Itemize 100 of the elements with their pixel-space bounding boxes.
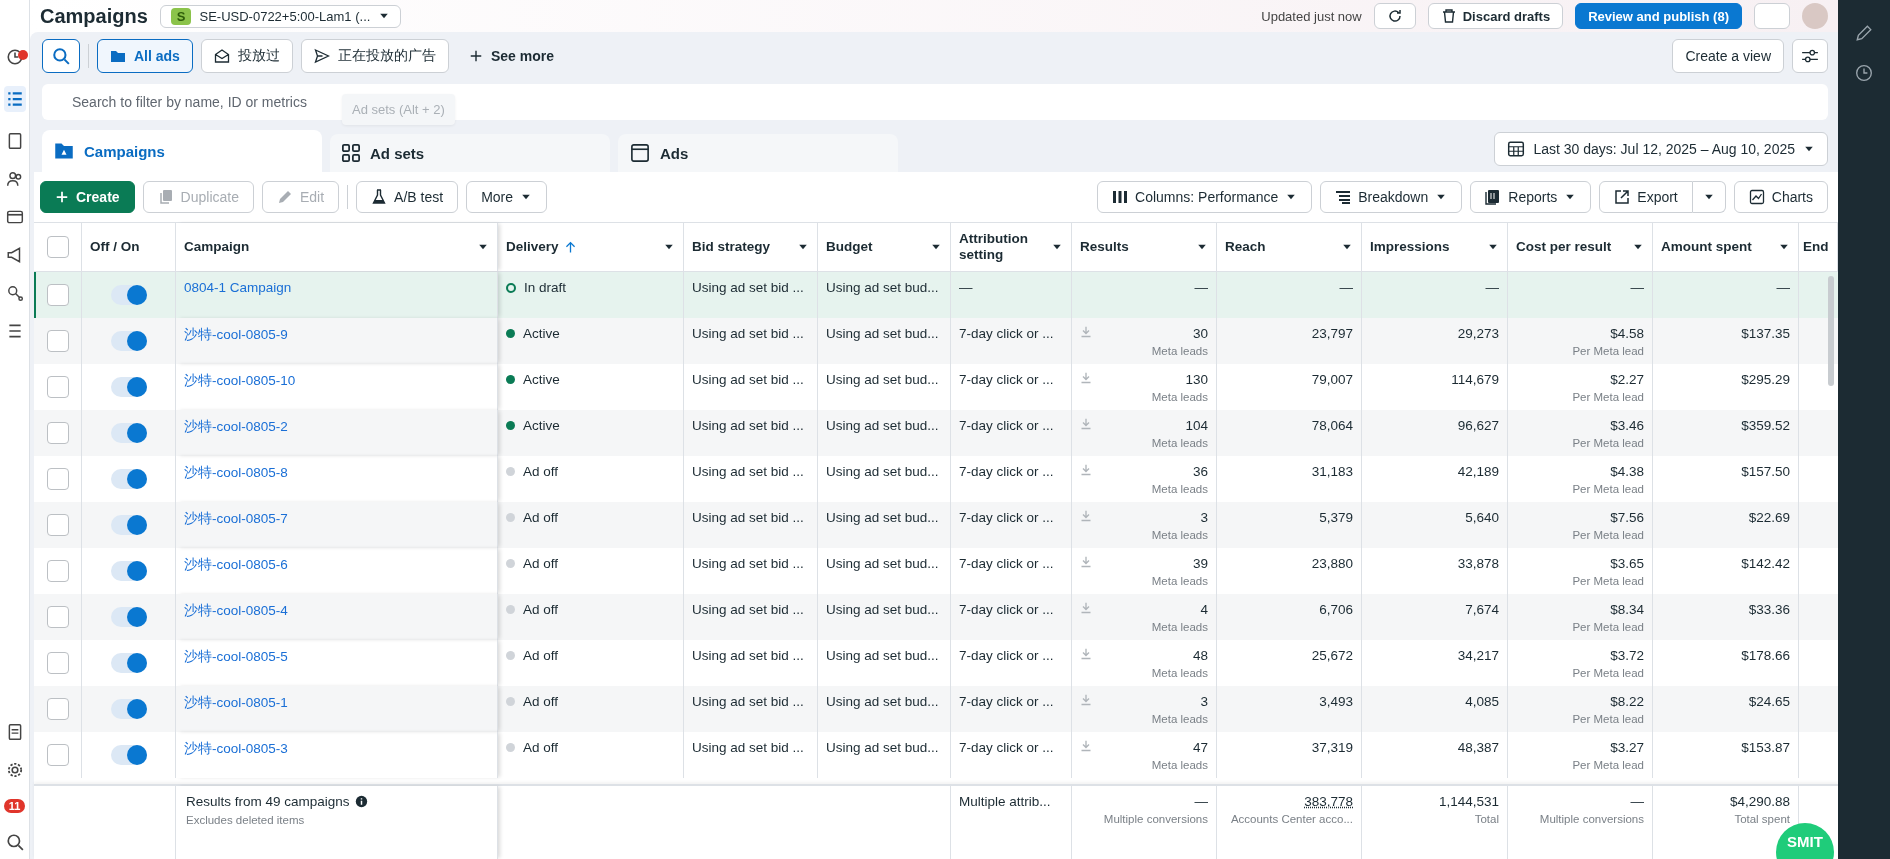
toggle-switch[interactable] bbox=[110, 285, 147, 305]
sort-arrow-icon bbox=[563, 240, 577, 254]
row-checkbox[interactable] bbox=[46, 330, 69, 352]
see-more-button[interactable]: See more bbox=[456, 39, 566, 73]
campaign-link[interactable]: 沙特-cool-0805-3 bbox=[184, 741, 288, 756]
column-header[interactable]: Campaign bbox=[176, 223, 498, 271]
create-view-button[interactable]: Create a view bbox=[1672, 39, 1784, 73]
campaign-link[interactable]: 沙特-cool-0805-5 bbox=[184, 649, 288, 664]
plus-icon bbox=[468, 49, 483, 63]
card-icon bbox=[5, 208, 24, 226]
table-cell: Using ad set bid ... bbox=[692, 602, 804, 617]
more-button[interactable] bbox=[1754, 3, 1790, 29]
row-checkbox[interactable] bbox=[46, 422, 69, 444]
table-cell: $4.58 bbox=[1610, 326, 1644, 341]
select-all-checkbox[interactable] bbox=[46, 236, 69, 258]
table-row[interactable]: 沙特-cool-0805-1 Ad off Using ad set bid ... Using ad set bud... 7-day click or ... 3 Meta leads 3,493 4,085 $8.22 Per Meta lead $24.65 bbox=[34, 686, 1838, 732]
results-summary: Results from 49 campaigns bbox=[186, 794, 350, 809]
column-header[interactable]: Bid strategy bbox=[684, 223, 818, 271]
toggle-switch[interactable] bbox=[110, 561, 147, 581]
column-header[interactable]: Attribution setting bbox=[951, 223, 1072, 271]
settings-button[interactable] bbox=[1792, 39, 1828, 73]
campaign-link[interactable]: 沙特-cool-0805-10 bbox=[184, 373, 296, 388]
campaign-link[interactable]: 沙特-cool-0805-9 bbox=[184, 327, 288, 342]
discard-drafts-button[interactable]: Discard drafts bbox=[1427, 3, 1564, 29]
table-cell: $153.87 bbox=[1741, 740, 1790, 755]
table-row[interactable]: 沙特-cool-0805-9 Active Using ad set bid ... Using ad set bud... 7-day click or ... 30 Meta leads 23,797 29,273 $4.58 Per Meta lead $137.35 bbox=[34, 318, 1838, 364]
campaign-link[interactable]: 0804-1 Campaign bbox=[184, 280, 292, 295]
download-icon bbox=[1080, 326, 1092, 338]
toggle-switch[interactable] bbox=[110, 607, 147, 627]
table-row[interactable]: 0804-1 Campaign In draft Using ad set bid ... Using ad set bud... — — — — — — bbox=[34, 272, 1838, 318]
date-range-picker[interactable]: Last 30 days: Jul 12, 2025 – Aug 10, 2025 bbox=[1494, 132, 1828, 166]
tab[interactable]: Ads bbox=[618, 134, 898, 172]
create-button[interactable]: Create bbox=[40, 181, 135, 213]
download-icon bbox=[1080, 510, 1092, 522]
toggle-switch[interactable] bbox=[110, 331, 147, 351]
publish-button[interactable]: Review and publish (8) bbox=[1575, 3, 1742, 29]
column-header[interactable]: Results bbox=[1072, 223, 1217, 271]
toggle-switch[interactable] bbox=[110, 699, 147, 719]
toggle-switch[interactable] bbox=[110, 377, 147, 397]
toolbar-button[interactable]: Reports bbox=[1470, 181, 1592, 213]
toggle-switch[interactable] bbox=[110, 469, 147, 489]
table-cell: Ad off bbox=[523, 464, 559, 479]
row-checkbox[interactable] bbox=[46, 606, 69, 628]
row-checkbox[interactable] bbox=[46, 744, 69, 766]
table-cell: 30 bbox=[1192, 326, 1208, 341]
filter-chip[interactable]: 投放过 bbox=[200, 39, 293, 73]
table-row[interactable]: 沙特-cool-0805-2 Active Using ad set bid ... Using ad set bud... 7-day click or ... 104 Meta leads 78,064 96,627 $3.46 Per Meta lead $359.52 bbox=[34, 410, 1838, 456]
toggle-switch[interactable] bbox=[110, 653, 147, 673]
people-icon bbox=[5, 170, 24, 188]
column-header[interactable]: Cost per result bbox=[1508, 223, 1653, 271]
column-header[interactable]: Impressions bbox=[1362, 223, 1508, 271]
table-row[interactable]: 沙特-cool-0805-4 Ad off Using ad set bid ... Using ad set bud... 7-day click or ... 4 Meta leads 6,706 7,674 $8.34 Per Meta lead $33.36 bbox=[34, 594, 1838, 640]
table-cell: $8.22 bbox=[1610, 694, 1644, 709]
toolbar-button[interactable]: Charts bbox=[1733, 181, 1828, 213]
more-menu-button[interactable]: More bbox=[466, 181, 548, 213]
campaign-link[interactable]: 沙特-cool-0805-6 bbox=[184, 557, 288, 572]
campaign-link[interactable]: 沙特-cool-0805-1 bbox=[184, 695, 288, 710]
toolbar-button[interactable]: Breakdown bbox=[1320, 181, 1463, 213]
row-checkbox[interactable] bbox=[46, 284, 69, 306]
table-cell: Using ad set bid ... bbox=[692, 556, 804, 571]
total-value[interactable]: 383,778 bbox=[1304, 794, 1353, 809]
cell-note: Per Meta lead bbox=[1572, 667, 1644, 679]
toggle-switch[interactable] bbox=[110, 423, 147, 443]
page-title: Campaigns bbox=[40, 4, 148, 28]
cell-note: Meta leads bbox=[1151, 437, 1208, 449]
campaign-link[interactable]: 沙特-cool-0805-8 bbox=[184, 465, 288, 480]
tab[interactable]: Ad sets bbox=[330, 134, 610, 172]
campaign-link[interactable]: 沙特-cool-0805-7 bbox=[184, 511, 288, 526]
refresh-button[interactable] bbox=[1373, 3, 1416, 29]
account-selector[interactable]: S SE-USD-0722+5:00-Lam1 (... bbox=[159, 4, 402, 28]
campaign-link[interactable]: 沙特-cool-0805-4 bbox=[184, 603, 288, 618]
column-header[interactable]: Amount spent bbox=[1653, 223, 1799, 271]
avatar[interactable] bbox=[1802, 3, 1828, 29]
column-header[interactable]: Budget bbox=[818, 223, 951, 271]
total-value: $4,290.88 bbox=[1729, 794, 1790, 809]
campaign-link[interactable]: 沙特-cool-0805-2 bbox=[184, 419, 288, 434]
column-header[interactable]: Reach bbox=[1217, 223, 1362, 271]
row-checkbox[interactable] bbox=[46, 514, 69, 536]
filter-chip[interactable]: All ads bbox=[97, 39, 193, 73]
tab[interactable]: Campaigns bbox=[42, 130, 322, 172]
toggle-switch[interactable] bbox=[110, 745, 147, 765]
export-options-button[interactable] bbox=[1692, 181, 1726, 213]
row-checkbox[interactable] bbox=[46, 376, 69, 398]
table-cell: Active bbox=[523, 326, 560, 341]
action-button[interactable]: A/B test bbox=[356, 181, 459, 213]
table-cell: 3 bbox=[1200, 510, 1208, 525]
row-checkbox[interactable] bbox=[46, 560, 69, 582]
column-header[interactable]: Delivery bbox=[498, 223, 684, 271]
row-checkbox[interactable] bbox=[46, 468, 69, 490]
scrollbar[interactable] bbox=[1828, 276, 1834, 386]
toggle-switch[interactable] bbox=[110, 515, 147, 535]
table-row[interactable]: 沙特-cool-0805-7 Ad off Using ad set bid ... Using ad set bud... 7-day click or ... 3 Meta leads 5,379 5,640 $7.56 Per Meta lead $22.69 bbox=[34, 502, 1838, 548]
export-button[interactable]: Export bbox=[1599, 181, 1693, 213]
row-checkbox[interactable] bbox=[46, 698, 69, 720]
table-row[interactable]: 沙特-cool-0805-3 Ad off Using ad set bid ... Using ad set bud... 7-day click or ... 47 Meta leads 37,319 48,387 $3.27 Per Meta lead $153.87 bbox=[34, 732, 1838, 778]
filter-chip[interactable]: 正在投放的广告 bbox=[300, 39, 449, 73]
table-cell: $4.38 bbox=[1610, 464, 1644, 479]
toolbar-button[interactable]: Columns: Performance bbox=[1097, 181, 1313, 213]
row-checkbox[interactable] bbox=[46, 652, 69, 674]
search-button[interactable] bbox=[42, 39, 80, 73]
